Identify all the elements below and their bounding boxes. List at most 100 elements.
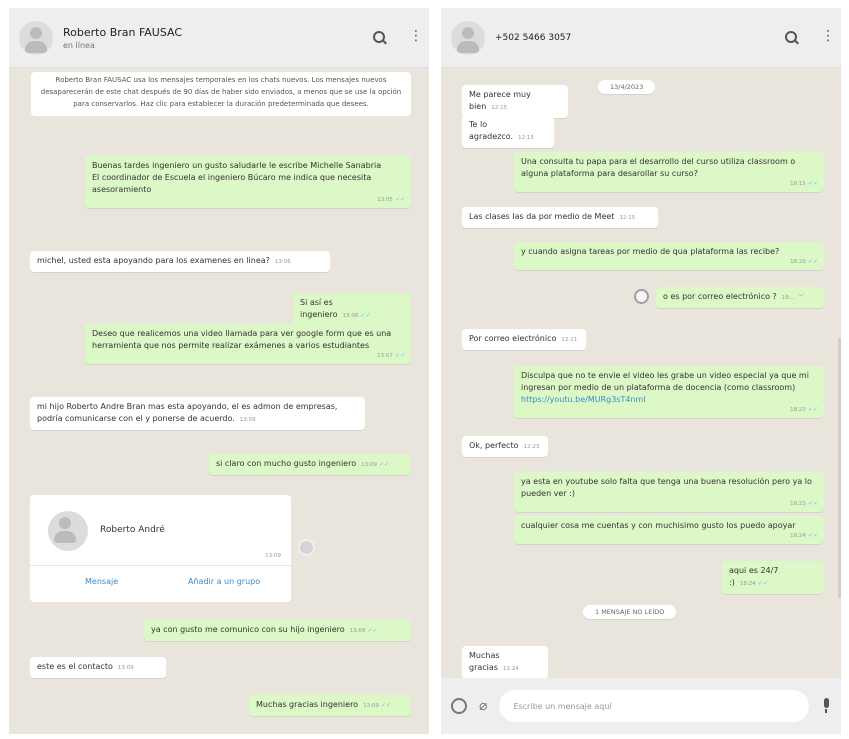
right-chat-panel: +502 5466 3057 13/4/2023 Me parece muy b… [441,8,841,734]
message-text: ya esta en youtube solo falta que tenga … [521,477,812,498]
message-bubble: Muchas gracias ingeniero 13:09 ✓✓ [249,695,411,716]
message-time: 13:09 [239,417,256,423]
search-icon[interactable] [373,30,387,45]
read-check-icon: ✓✓ [807,180,818,187]
header-info[interactable]: Roberto Bran FAUSAC en línea [63,26,373,50]
message-text: Si así es ingeniero [300,298,338,319]
message-time: 18:23 [790,407,806,413]
message-text: Muchas gracias [469,651,500,672]
temporary-messages-notice[interactable]: Roberto Bran FAUSAC usa los mensajes tem… [31,72,411,116]
message-contact-button[interactable]: Mensaje [85,577,118,586]
read-check-icon: ✓✓ [807,406,818,413]
menu-icon[interactable] [405,28,423,45]
contact-avatar[interactable] [451,20,485,55]
message-bubble: cualquier cosa me cuentas y con muchisim… [514,516,824,544]
message-text: Una consulta tu papa para el desarrollo … [521,157,796,178]
read-check-icon: ✓✓ [757,580,768,587]
message-time: 12:15 [518,135,534,141]
message-bubble: Disculpa que no te envie el video les gr… [514,366,824,418]
add-to-group-button[interactable]: Añadir a un grupo [188,577,260,586]
message-time: 13:09 [363,703,379,709]
message-text: michel, usted esta apoyando para los exa… [37,256,270,265]
message-bubble: aqui es 24/7 :) 18:24 ✓✓ [722,561,824,594]
message-bubble: y cuando asigna tareas por medio de qua … [514,242,824,270]
contact-avatar[interactable] [19,20,53,55]
read-check-icon: ✓✓ [807,532,818,539]
message-bubble: o es por correo electrónico ? 18:... ﹀ [656,287,824,308]
chat-header: +502 5466 3057 [441,8,841,68]
read-check-icon: ✓✓ [807,258,818,265]
header-info[interactable]: +502 5466 3057 [495,33,785,43]
message-time: 12:24 [502,666,519,672]
message-bubble: Ok, perfecto 12:23 [462,436,548,457]
microphone-icon[interactable] [821,698,831,714]
message-time: 13:06 [342,313,359,319]
message-text: y cuando asigna tareas por medio de qua … [521,247,780,256]
read-check-icon: ✓✓ [367,627,378,634]
left-chat-panel: Roberto Bran FAUSAC en línea Roberto Bra… [9,8,429,734]
message-bubble: Por correo electrónico 12:21 [462,329,586,350]
message-bubble: ya esta en youtube solo falta que tenga … [514,472,824,512]
message-time: 13:09 [349,628,366,634]
contact-card-name: Roberto André [100,525,165,535]
menu-icon[interactable] [817,28,835,45]
message-text: Te lo agradezco. [469,120,514,141]
message-time: 18:24 [739,581,756,587]
message-time: 18:15 [790,181,806,187]
search-icon[interactable] [785,30,799,45]
message-bubble: Buenas tardes ingeniero un gusto saludar… [85,156,411,208]
read-check-icon: ✓✓ [360,312,371,319]
message-time: 13:05 [377,197,393,203]
message-time: 13:06 [274,259,291,265]
message-bubble: si claro con mucho gusto ingeniero 13:09 ✓… [209,454,411,475]
date-pill: 13/4/2023 [598,80,656,94]
message-time: 18:23 [790,501,806,507]
message-text: Buenas tardes ingeniero un gusto saludar… [92,161,382,194]
message-time: 18:... [781,295,796,301]
message-composer: ⌀ Escribe un mensaje aquí [441,678,841,734]
emoji-icon[interactable] [451,698,467,714]
message-time: 12:15 [619,215,636,221]
message-input[interactable]: Escribe un mensaje aquí [499,690,809,722]
message-bubble: Una consulta tu papa para el desarrollo … [514,152,824,192]
message-time: 12:15 [491,105,508,111]
contact-status: en línea [63,40,95,50]
message-text: Disculpa que no te envie el video les gr… [521,371,809,392]
message-text: ya con gusto me comunico con su hijo ing… [151,625,345,634]
message-text: Por correo electrónico [469,334,557,343]
message-bubble: este es el contacto 13:09 [30,657,166,678]
message-text: Las clases las da por medio de Meet [469,212,615,221]
message-time: 12:23 [523,444,540,450]
forward-icon[interactable] [298,539,315,556]
message-text: Deseo que realicemos una video llamada p… [92,329,392,350]
message-text: Ok, perfecto [469,441,519,450]
message-bubble: Las clases las da por medio de Meet 12:15 [462,207,658,228]
message-bubble: Si así es ingeniero 13:06 ✓✓ [293,293,411,326]
read-check-icon: ✓✓ [380,702,391,709]
read-check-icon: ✓✓ [807,500,818,507]
message-bubble: mi hijo Roberto Andre Bran mas esta apoy… [30,397,365,430]
contact-card-divider [30,565,291,566]
contact-phone: +502 5466 3057 [495,32,572,43]
message-time: 12:21 [561,337,578,343]
attach-icon[interactable]: ⌀ [479,698,487,714]
message-text: mi hijo Roberto Andre Bran mas esta apoy… [37,402,338,423]
read-check-icon: ✓✓ [394,196,405,203]
selection-radio[interactable] [634,289,649,304]
video-link[interactable]: https://youtu.be/MURg3sT4nmI [521,395,646,404]
message-text: este es el contacto [37,662,113,671]
message-time: 18:24 [790,533,806,539]
message-time: 13:09 [117,665,134,671]
message-time: 13:09 [361,462,377,468]
message-bubble: michel, usted esta apoyando para los exa… [30,251,330,272]
message-bubble: Muchas gracias 12:24 [462,646,548,679]
scrollbar[interactable] [838,338,841,598]
message-bubble: Me parece muy bien 12:15 [462,85,568,118]
chevron-down-icon[interactable]: ﹀ [798,294,804,301]
message-bubble: Deseo que realicemos una video llamada p… [85,324,411,364]
message-bubble: ya con gusto me comunico con su hijo ing… [144,620,411,641]
contact-card[interactable]: Roberto André 13:09 Mensaje Añadir a un … [30,495,291,602]
message-text: cualquier cosa me cuentas y con muchisim… [521,521,796,530]
read-check-icon: ✓✓ [378,461,390,468]
message-text: si claro con mucho gusto ingeniero [216,459,357,468]
